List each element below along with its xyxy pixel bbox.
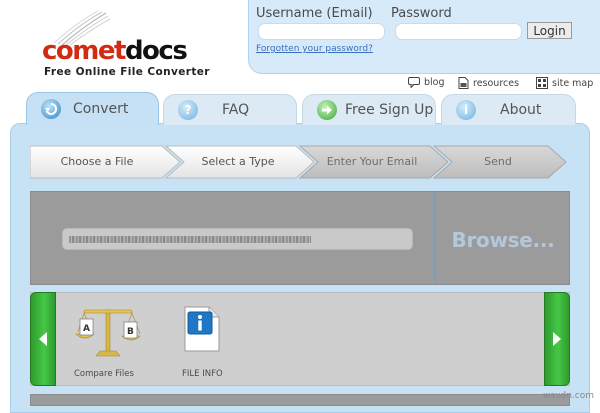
- convert-icon: [41, 99, 61, 119]
- question-icon: ?: [178, 100, 198, 120]
- cometdocs-logo[interactable]: cometdocs Free Online File Converter: [40, 10, 250, 82]
- util-link-label: resources: [473, 77, 520, 89]
- compare-files-label: Compare Files: [74, 369, 134, 379]
- svg-text:B: B: [127, 327, 134, 337]
- password-input[interactable]: [395, 23, 522, 40]
- util-link-label: site map: [552, 77, 594, 89]
- tab-about[interactable]: i About: [441, 94, 576, 125]
- signup-arrow-icon: [317, 100, 337, 120]
- step-select-type: Select a Type: [201, 155, 275, 168]
- watermark: wsxdn.com: [543, 391, 594, 401]
- file-path-input[interactable]: [62, 228, 413, 250]
- util-link-label: blog: [424, 77, 445, 88]
- tab-label: Free Sign Up: [345, 102, 434, 118]
- compare-files-tool[interactable]: A B: [74, 304, 144, 364]
- scale-icon: A B: [75, 309, 141, 357]
- file-info-icon: [184, 306, 220, 352]
- arrow-left-icon: [39, 332, 47, 346]
- tab-free-sign-up[interactable]: Free Sign Up: [302, 94, 436, 125]
- logo-wordmark: cometdocs: [42, 36, 188, 66]
- logo-part-comet: comet: [42, 36, 126, 66]
- tab-convert[interactable]: Convert: [26, 92, 159, 125]
- arrow-right-icon: [553, 332, 561, 346]
- chat-bubble-icon: [408, 77, 420, 88]
- info-icon: i: [456, 100, 476, 120]
- login-button[interactable]: Login: [527, 22, 572, 39]
- username-input[interactable]: [258, 23, 385, 40]
- sitemap-icon: [536, 77, 548, 89]
- file-path-value: [69, 236, 311, 243]
- bottom-strip: [30, 394, 570, 406]
- carousel-prev-button[interactable]: [30, 292, 56, 386]
- login-panel: Username (Email) Password Login Forgotte…: [248, 0, 600, 74]
- file-info-tool[interactable]: [184, 306, 220, 352]
- step-choose-file: Choose a File: [60, 155, 134, 168]
- password-label: Password: [391, 6, 452, 21]
- browse-button[interactable]: Browse...: [436, 228, 570, 252]
- util-link-blog[interactable]: blog: [408, 77, 445, 88]
- step-enter-email: Enter Your Email: [326, 155, 418, 168]
- file-info-label: FILE INFO: [182, 369, 223, 379]
- username-label: Username (Email): [256, 6, 373, 21]
- logo-tagline: Free Online File Converter: [44, 66, 210, 78]
- carousel-next-button[interactable]: [544, 292, 570, 386]
- logo-part-docs: docs: [124, 36, 188, 66]
- tab-faq[interactable]: ? FAQ: [163, 94, 297, 125]
- tab-label: About: [500, 102, 542, 118]
- conversion-steps: Choose a File Select a Type Enter Your E…: [30, 142, 570, 182]
- forgot-password-link[interactable]: Forgotten your password?: [256, 44, 373, 54]
- svg-text:A: A: [83, 324, 90, 334]
- tab-label: FAQ: [222, 102, 250, 118]
- tab-label: Convert: [73, 101, 129, 117]
- util-link-resources[interactable]: resources: [458, 77, 519, 89]
- document-icon: [458, 77, 469, 89]
- util-link-sitemap[interactable]: site map: [536, 77, 593, 89]
- step-send: Send: [484, 155, 512, 168]
